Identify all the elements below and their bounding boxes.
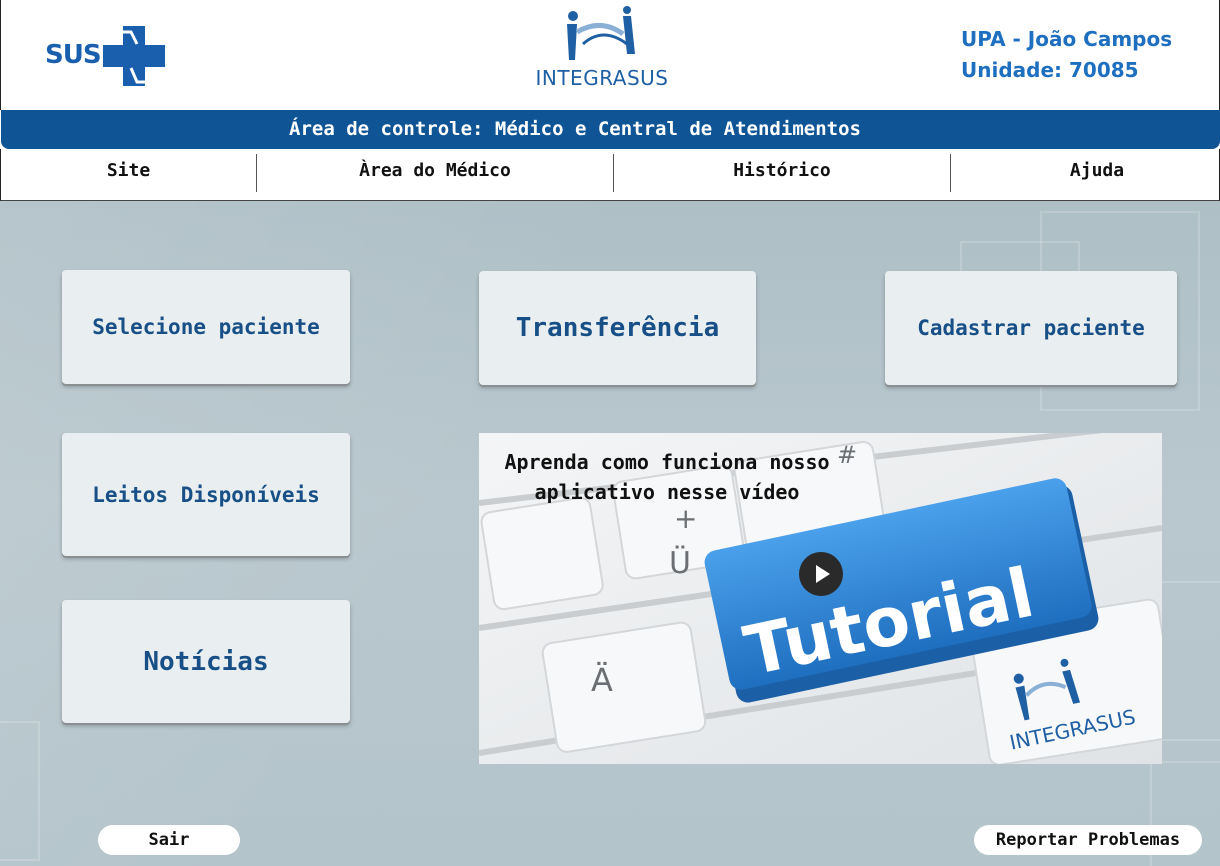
integrasus-logo-text: INTEGRASUS <box>535 66 669 90</box>
main-nav: Site Àrea do Médico Histórico Ajuda <box>0 149 1220 201</box>
nav-item-help[interactable]: Ajuda <box>951 149 1220 200</box>
sus-logo-text: SUS <box>45 40 102 70</box>
unit-info: UPA - João Campos Unidade: 70085 <box>961 24 1172 86</box>
play-icon[interactable] <box>799 552 843 596</box>
header: SUS INTEGRASUS UPA - João Campos Unidade… <box>0 0 1220 110</box>
news-label: Notícias <box>143 646 269 677</box>
page-title: Área de controle: Médico e Central de At… <box>289 118 861 140</box>
unit-name: UPA - João Campos <box>961 27 1173 51</box>
sus-cross-icon <box>103 26 165 86</box>
tutorial-video[interactable]: Ü + # Ä Tutorial INTEGRASUS Aprenda como… <box>479 433 1162 764</box>
logout-button[interactable]: Sair <box>98 825 240 855</box>
nav-item-doctor-area[interactable]: Àrea do Médico <box>257 149 613 200</box>
background-decoration <box>0 721 40 861</box>
register-patient-button[interactable]: Cadastrar paciente <box>885 271 1177 385</box>
nav-item-history[interactable]: Histórico <box>614 149 950 200</box>
transfer-button[interactable]: Transferência <box>479 271 756 385</box>
select-patient-label: Selecione paciente <box>92 315 320 339</box>
transfer-label: Transferência <box>515 313 720 343</box>
register-patient-label: Cadastrar paciente <box>917 316 1145 340</box>
key-a-umlaut: Ä <box>591 661 613 699</box>
video-caption: Aprenda como funciona nosso aplicativo n… <box>504 450 830 504</box>
integrasus-figure-icon <box>567 6 635 60</box>
report-problems-button[interactable]: Reportar Problemas <box>974 825 1202 855</box>
main-content: Selecione paciente Transferência Cadastr… <box>0 201 1220 866</box>
available-beds-button[interactable]: Leitos Disponíveis <box>62 433 350 556</box>
news-button[interactable]: Notícias <box>62 600 350 723</box>
available-beds-label: Leitos Disponíveis <box>92 482 320 507</box>
sus-logo: SUS <box>45 24 167 88</box>
control-area-title-bar: Área de controle: Médico e Central de At… <box>1 110 1220 149</box>
unit-id: Unidade: 70085 <box>961 58 1139 82</box>
integrasus-logo: INTEGRASUS <box>531 4 673 94</box>
key-u-umlaut: Ü <box>669 545 691 581</box>
select-patient-button[interactable]: Selecione paciente <box>62 270 350 384</box>
nav-item-site[interactable]: Site <box>1 149 256 200</box>
